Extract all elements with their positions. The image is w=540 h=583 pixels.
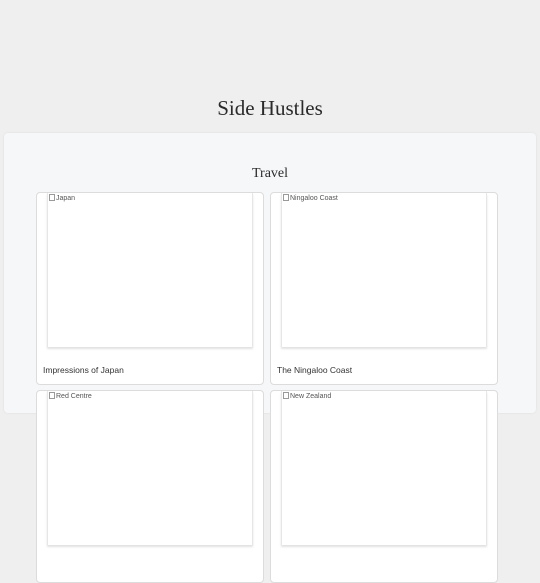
card-title[interactable]: Impressions of Japan xyxy=(43,365,124,375)
section-title: Travel xyxy=(251,166,289,181)
content-panel: Travel Japan Impressions of Japan Ningal… xyxy=(4,133,536,583)
gallery-card-ningaloo[interactable]: Ningaloo Coast The Ningaloo Coast xyxy=(270,192,498,385)
gallery-card-red-centre[interactable]: Red Centre xyxy=(36,390,264,583)
page-title: Side Hustles xyxy=(217,96,323,120)
broken-image-icon: New Zealand xyxy=(283,392,331,401)
card-image[interactable]: Ningaloo Coast xyxy=(281,193,487,347)
card-image[interactable]: Japan xyxy=(47,193,253,347)
gallery-card-new-zealand[interactable]: New Zealand xyxy=(270,390,498,583)
broken-image-icon: Japan xyxy=(49,194,75,203)
broken-image-icon: Ningaloo Coast xyxy=(283,194,338,203)
card-image[interactable]: Red Centre xyxy=(47,391,253,545)
gallery-card-japan[interactable]: Japan Impressions of Japan xyxy=(36,192,264,385)
card-image[interactable]: New Zealand xyxy=(281,391,487,545)
card-title[interactable]: The Ningaloo Coast xyxy=(277,365,352,375)
broken-image-icon: Red Centre xyxy=(49,392,92,401)
